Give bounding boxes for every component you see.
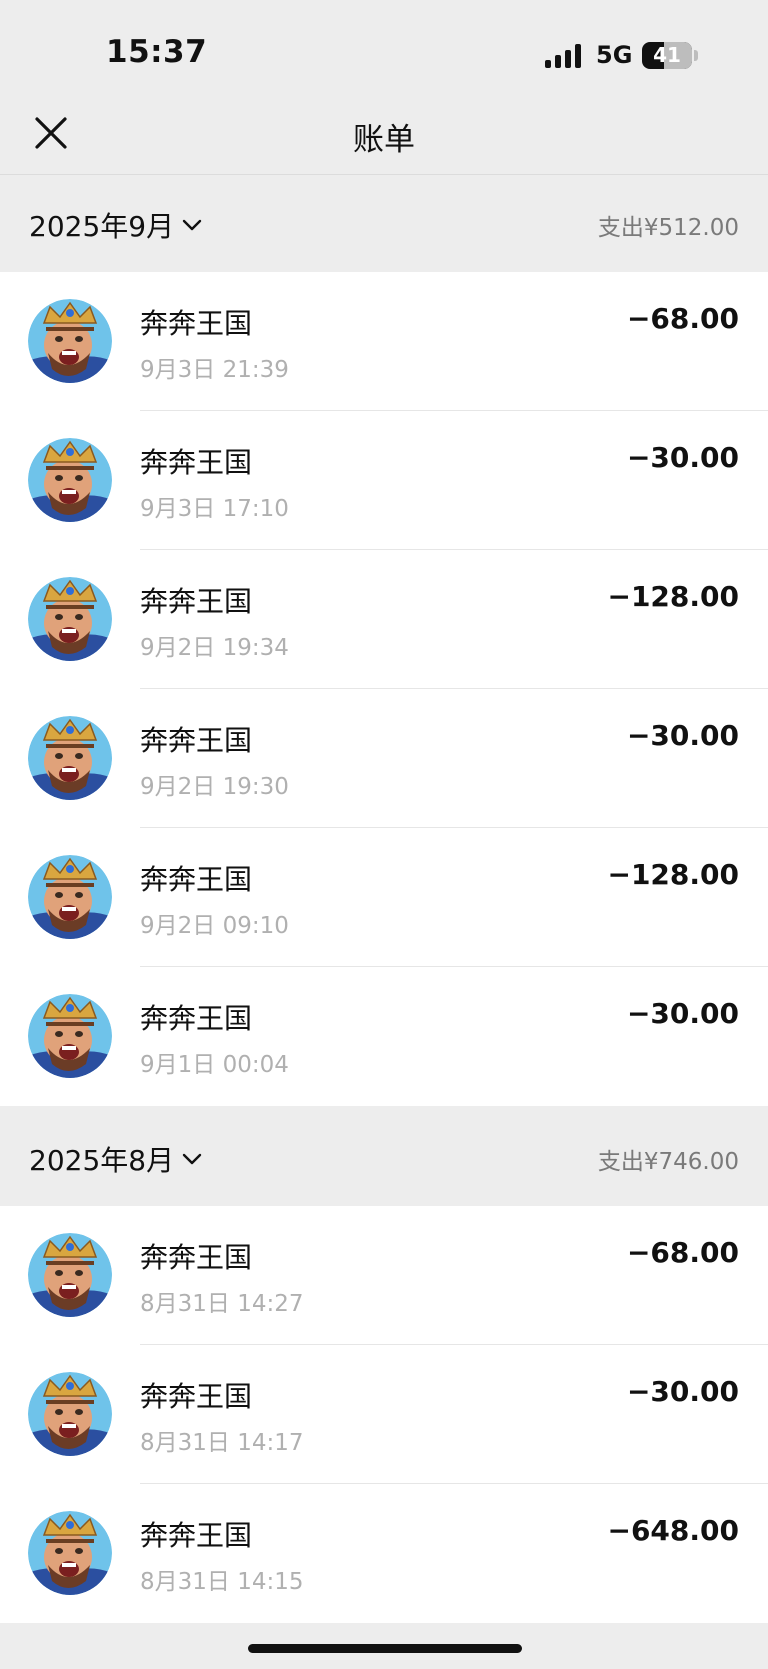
battery-icon: 41 — [642, 42, 692, 69]
transaction-row[interactable]: 奔奔王国 8月31日 14:17 −30.00 — [0, 1345, 768, 1484]
transaction-row[interactable]: 奔奔王国 9月3日 21:39 −68.00 — [0, 272, 768, 411]
merchant-avatar — [28, 994, 112, 1078]
transaction-time: 9月2日 19:34 — [140, 635, 289, 661]
chevron-down-icon — [182, 1153, 202, 1165]
month-total: 支出¥746.00 — [597, 1149, 739, 1175]
game-avatar-icon — [28, 1511, 112, 1595]
transaction-amount: −30.00 — [626, 997, 739, 1030]
transaction-time: 9月3日 17:10 — [140, 496, 289, 522]
transaction-amount: −648.00 — [607, 1514, 739, 1547]
transaction-amount: −128.00 — [607, 858, 739, 891]
merchant-name: 奔奔王国 — [140, 446, 253, 479]
transaction-row[interactable]: 奔奔王国 9月2日 19:34 −128.00 — [0, 550, 768, 689]
transaction-row[interactable]: 奔奔王国 9月2日 09:10 −128.00 — [0, 828, 768, 967]
merchant-avatar — [28, 1511, 112, 1595]
page-title: 账单 — [353, 122, 415, 158]
game-avatar-icon — [28, 1372, 112, 1456]
transaction-row[interactable]: 奔奔王国 9月1日 00:04 −30.00 — [0, 967, 768, 1106]
transaction-row[interactable]: 奔奔王国 9月2日 19:30 −30.00 — [0, 689, 768, 828]
merchant-avatar — [28, 299, 112, 383]
battery-level: 41 — [653, 43, 681, 67]
game-avatar-icon — [28, 299, 112, 383]
transaction-list: 奔奔王国 9月3日 21:39 −68.00 奔奔王国 9月3日 17:10 −… — [0, 272, 768, 1106]
transaction-list: 奔奔王国 8月31日 14:27 −68.00 奔奔王国 8月31日 14:17… — [0, 1206, 768, 1623]
transaction-row[interactable]: 奔奔王国 8月31日 14:27 −68.00 — [0, 1206, 768, 1345]
merchant-avatar — [28, 716, 112, 800]
transaction-amount: −30.00 — [626, 441, 739, 474]
merchant-avatar — [28, 438, 112, 522]
transaction-time: 9月1日 00:04 — [140, 1052, 289, 1078]
month-label: 2025年9月 — [29, 210, 175, 243]
merchant-avatar — [28, 1233, 112, 1317]
game-avatar-icon — [28, 1233, 112, 1317]
transaction-amount: −68.00 — [626, 302, 739, 335]
month-total: 支出¥512.00 — [597, 215, 739, 241]
transaction-amount: −30.00 — [626, 1375, 739, 1408]
battery-tip — [694, 50, 698, 61]
merchant-avatar — [28, 855, 112, 939]
transaction-row[interactable]: 奔奔王国 8月31日 14:15 −648.00 — [0, 1484, 768, 1623]
merchant-name: 奔奔王国 — [140, 307, 253, 340]
transaction-time: 8月31日 14:27 — [140, 1291, 304, 1317]
status-time: 15:37 — [106, 34, 208, 70]
month-selector[interactable]: 2025年9月 — [29, 205, 202, 245]
transaction-amount: −30.00 — [626, 719, 739, 752]
network-type: 5G — [596, 41, 633, 69]
merchant-avatar — [28, 577, 112, 661]
merchant-name: 奔奔王国 — [140, 1002, 253, 1035]
merchant-name: 奔奔王国 — [140, 1519, 253, 1552]
merchant-name: 奔奔王国 — [140, 724, 253, 757]
transaction-time: 8月31日 14:15 — [140, 1569, 304, 1595]
status-bar: 15:37 5G 41 — [0, 0, 768, 100]
transaction-time: 9月2日 09:10 — [140, 913, 289, 939]
merchant-name: 奔奔王国 — [140, 1380, 253, 1413]
game-avatar-icon — [28, 438, 112, 522]
game-avatar-icon — [28, 994, 112, 1078]
game-avatar-icon — [28, 577, 112, 661]
home-indicator — [248, 1644, 522, 1653]
merchant-avatar — [28, 1372, 112, 1456]
merchant-name: 奔奔王国 — [140, 1241, 253, 1274]
transaction-time: 9月3日 21:39 — [140, 357, 289, 383]
transaction-row[interactable]: 奔奔王国 9月3日 17:10 −30.00 — [0, 411, 768, 550]
month-header: 2025年9月 支出¥512.00 — [0, 175, 768, 272]
signal-icon — [545, 44, 585, 68]
game-avatar-icon — [28, 716, 112, 800]
month-header: 2025年8月 支出¥746.00 — [0, 1109, 768, 1206]
transaction-amount: −68.00 — [626, 1236, 739, 1269]
chevron-down-icon — [182, 219, 202, 231]
month-label: 2025年8月 — [29, 1144, 175, 1177]
merchant-name: 奔奔王国 — [140, 585, 253, 618]
merchant-name: 奔奔王国 — [140, 863, 253, 896]
month-selector[interactable]: 2025年8月 — [29, 1139, 202, 1179]
transaction-amount: −128.00 — [607, 580, 739, 613]
transaction-time: 8月31日 14:17 — [140, 1430, 304, 1456]
transaction-time: 9月2日 19:30 — [140, 774, 289, 800]
nav-bar: 账单 — [0, 100, 768, 175]
game-avatar-icon — [28, 855, 112, 939]
